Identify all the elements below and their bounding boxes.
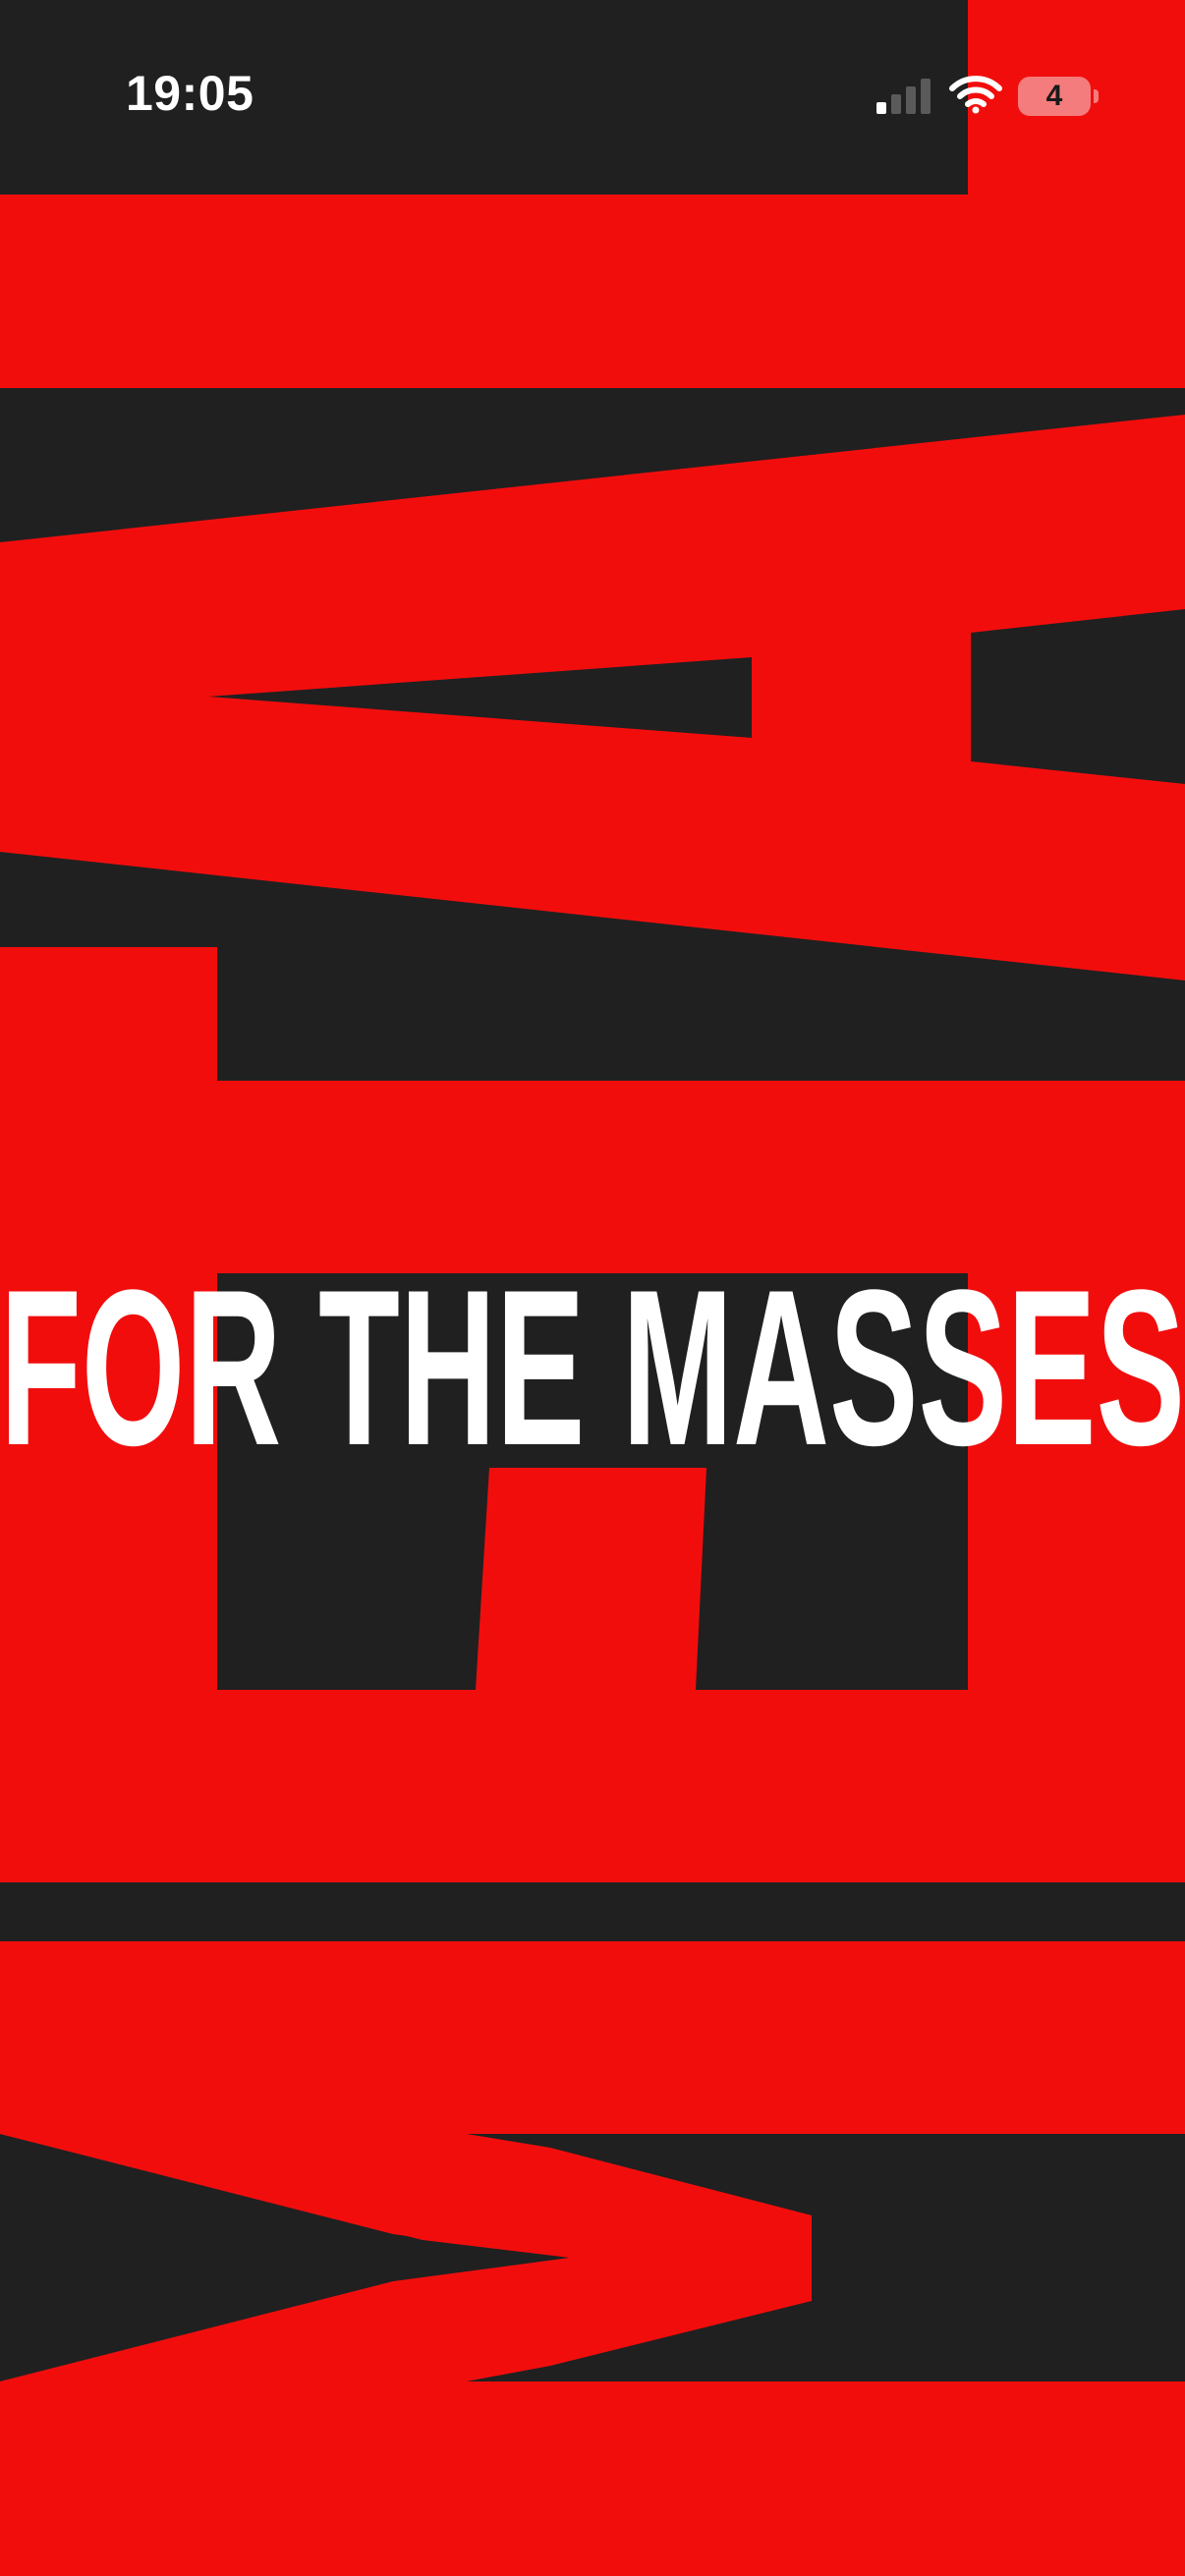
splash-screen: 19:05 4 FOR THE MASSES (0, 0, 1185, 2576)
battery-icon: 4 (1018, 77, 1100, 116)
status-bar: 19:05 4 (0, 0, 1185, 195)
status-time: 19:05 (126, 66, 254, 121)
headline-text: FOR THE MASSES (0, 1243, 1185, 1448)
wifi-icon (949, 76, 1002, 114)
headline: FOR THE MASSES (0, 1226, 1185, 1448)
battery-level: 4 (1045, 80, 1063, 112)
battery-cap (1094, 89, 1099, 103)
signal-icon (876, 79, 931, 114)
